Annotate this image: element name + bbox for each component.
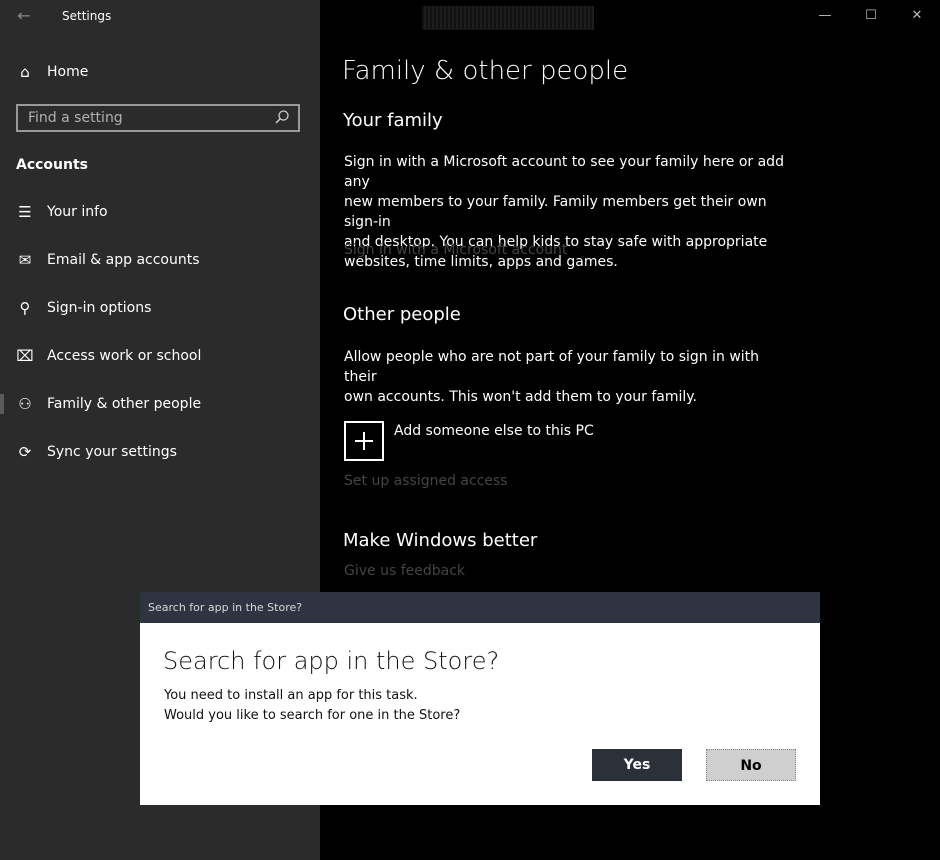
store-search-dialog: Search for app in the Store? Search for … (140, 592, 820, 805)
home-icon: ⌂ (20, 63, 30, 81)
redacted-area (422, 6, 594, 30)
close-icon: ✕ (911, 8, 923, 23)
make-windows-better-title: Make Windows better (343, 530, 538, 551)
search-icon[interactable] (274, 109, 290, 125)
sidebar-item-sign-in-options[interactable]: ⚲ Sign-in options (0, 288, 320, 328)
sidebar-item-your-info[interactable]: ☰ Your info (0, 192, 320, 232)
your-family-title: Your family (343, 110, 443, 131)
dialog-body: Search for app in the Store? You need to… (140, 623, 820, 805)
search-input[interactable] (18, 106, 278, 130)
person-card-icon: ☰ (18, 203, 32, 221)
yes-button[interactable]: Yes (592, 749, 682, 781)
sidebar-item-family[interactable]: ⚇ Family & other people (0, 384, 320, 424)
dialog-titlebar[interactable]: Search for app in the Store? (140, 592, 820, 623)
person-add-icon: ⚇ (18, 395, 32, 413)
sidebar-item-label: Your info (47, 204, 108, 220)
maximize-icon: ☐ (865, 8, 877, 23)
add-someone-label[interactable]: Add someone else to this PC (394, 423, 594, 439)
active-indicator (0, 394, 4, 414)
back-arrow-icon: ← (17, 6, 31, 25)
minimize-icon: — (818, 8, 832, 23)
sidebar-item-email-accounts[interactable]: ✉ Email & app accounts (0, 240, 320, 280)
minimize-button[interactable]: — (802, 2, 848, 30)
back-button[interactable]: ← (10, 4, 38, 28)
search-box[interactable] (16, 104, 300, 132)
dialog-message-line: You need to install an app for this task… (164, 688, 418, 703)
maximize-button[interactable]: ☐ (848, 2, 894, 30)
sidebar-item-label: Family & other people (47, 396, 202, 412)
assigned-access-link[interactable]: Set up assigned access (344, 473, 508, 489)
text-line: own accounts. This won't add them to you… (344, 389, 698, 405)
sidebar-item-label: Email & app accounts (47, 252, 200, 268)
text-line: Allow people who are not part of your fa… (344, 349, 760, 385)
key-icon: ⚲ (19, 299, 31, 317)
other-people-description: Allow people who are not part of your fa… (344, 347, 794, 407)
dialog-heading: Search for app in the Store? (163, 647, 500, 675)
no-button[interactable]: No (706, 749, 796, 781)
sidebar-item-sync[interactable]: ⟳ Sync your settings (0, 432, 320, 472)
feedback-link[interactable]: Give us feedback (344, 563, 465, 579)
nav-home[interactable]: ⌂ Home (0, 52, 320, 92)
sync-icon: ⟳ (18, 443, 32, 461)
text-line: new members to your family. Family membe… (344, 194, 767, 230)
accounts-section-title: Accounts (16, 157, 89, 173)
sign-in-microsoft-link[interactable]: Sign in with a Microsoft account (344, 242, 567, 258)
dialog-titlebar-text: Search for app in the Store? (148, 601, 303, 614)
text-line: Sign in with a Microsoft account to see … (344, 154, 784, 190)
dialog-message-line: Would you like to search for one in the … (164, 708, 461, 723)
other-people-title: Other people (343, 304, 461, 325)
sidebar-item-label: Sign-in options (47, 300, 152, 316)
sidebar-item-label: Sync your settings (47, 444, 177, 460)
nav-home-label: Home (47, 64, 89, 80)
sidebar-item-label: Access work or school (47, 348, 202, 364)
sidebar-item-work-school[interactable]: ⌧ Access work or school (0, 336, 320, 376)
close-button[interactable]: ✕ (894, 2, 940, 30)
mail-icon: ✉ (18, 251, 32, 269)
page-title: Family & other people (342, 56, 629, 86)
briefcase-icon: ⌧ (16, 347, 34, 365)
add-person-button[interactable] (344, 421, 384, 461)
app-title: Settings (62, 9, 112, 23)
